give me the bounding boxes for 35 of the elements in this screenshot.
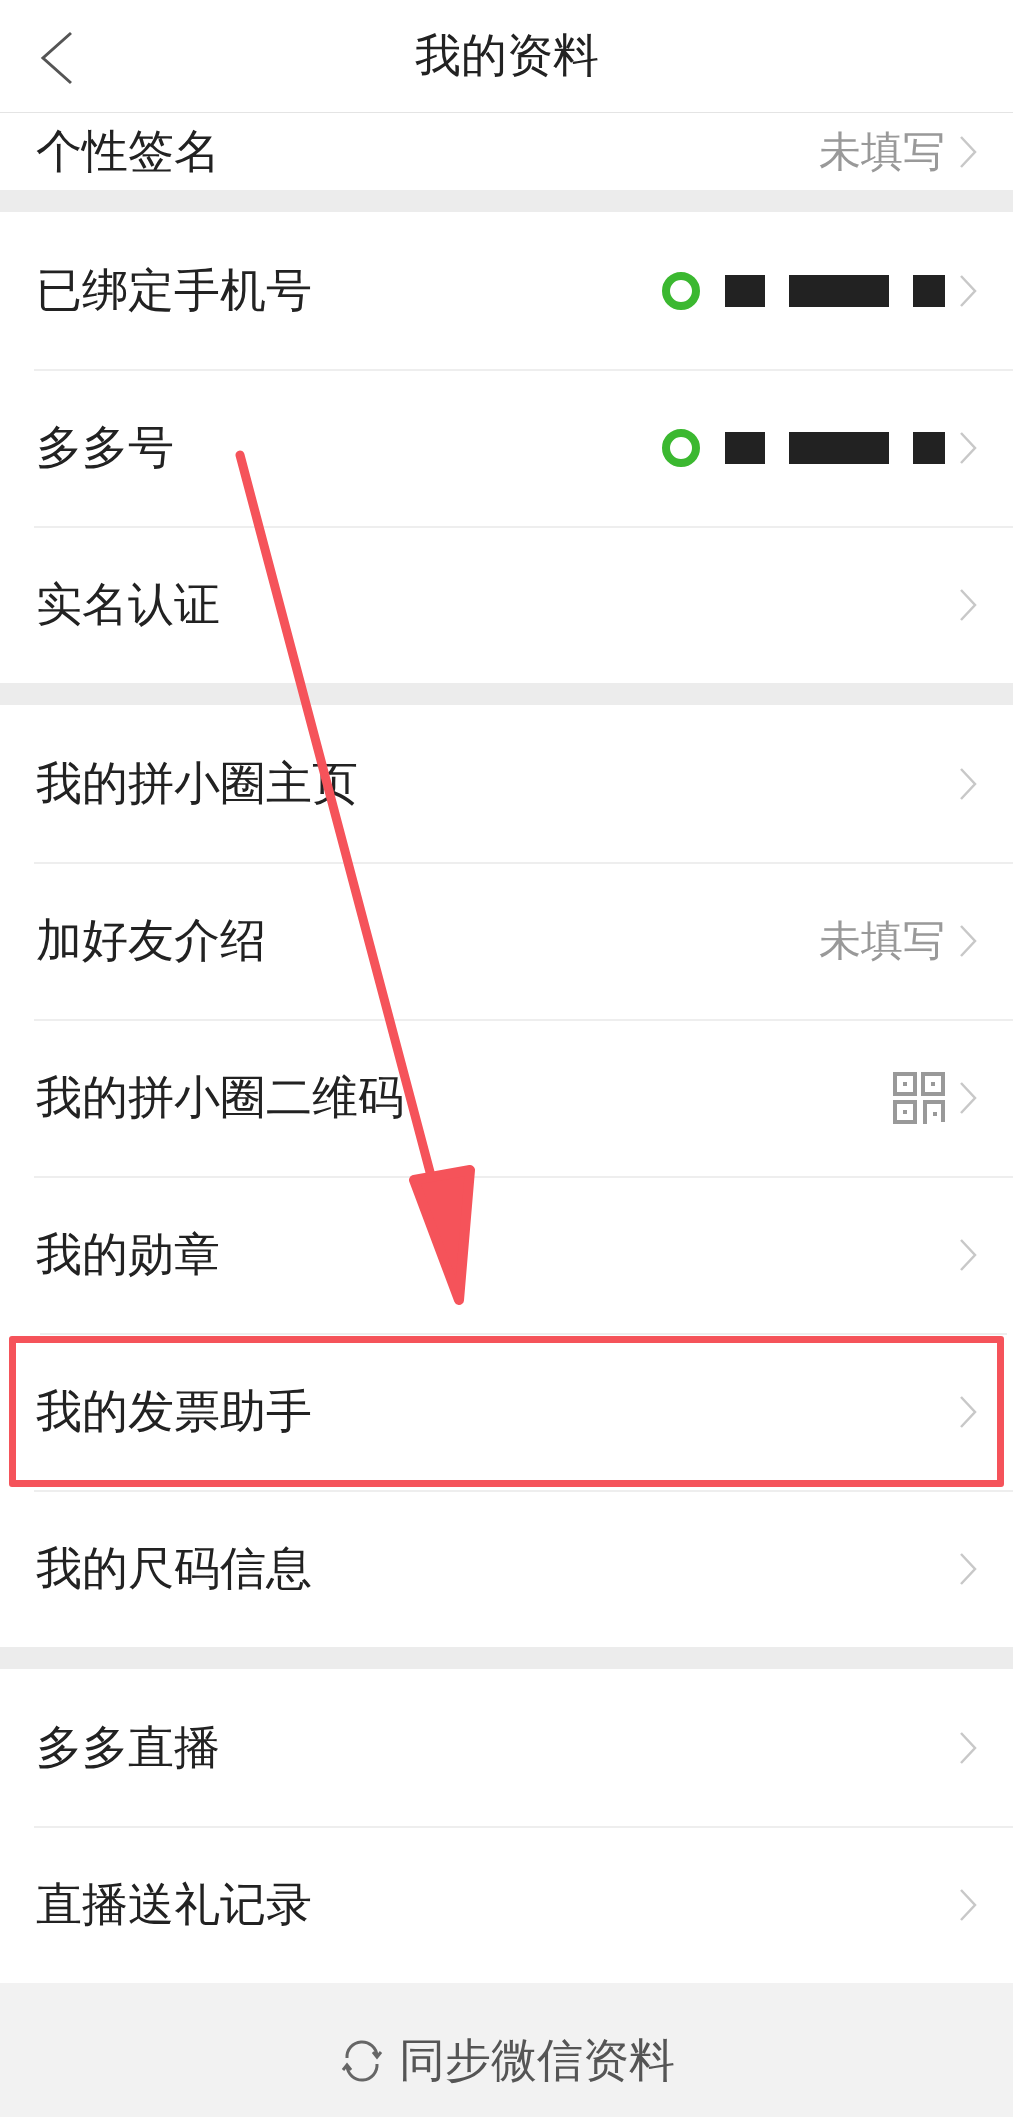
list-row[interactable]: 我的勋章 xyxy=(0,1176,1013,1333)
list-row[interactable]: 直播送礼记录 xyxy=(0,1826,1013,1983)
list-row[interactable]: 多多直播 xyxy=(0,1669,1013,1826)
row-value: 未填写 xyxy=(819,125,945,178)
list-row[interactable]: 多多号 xyxy=(0,369,1013,526)
row-value: 未填写 xyxy=(819,914,945,967)
chevron-icon xyxy=(959,587,977,622)
chevron-icon xyxy=(959,1080,977,1115)
chevron-icon xyxy=(959,273,977,308)
chevron-icon xyxy=(959,1551,977,1586)
chevron-icon xyxy=(959,134,977,169)
list-row[interactable]: 我的拼小圈二维码 xyxy=(0,1019,1013,1176)
sync-button[interactable]: 同步微信资料 xyxy=(0,1983,1013,2117)
list-row[interactable]: 已绑定手机号 xyxy=(0,212,1013,369)
redaction-block xyxy=(725,431,765,464)
highlighted-list-row[interactable]: 我的发票助手 xyxy=(6,1333,1007,1490)
list-row[interactable]: 个性签名 未填写 xyxy=(0,113,1013,190)
list-row[interactable]: 加好友介绍 未填写 xyxy=(0,862,1013,1019)
redaction-mark xyxy=(661,427,701,468)
chevron-icon xyxy=(959,766,977,801)
list-row[interactable]: 我的尺码信息 xyxy=(0,1490,1013,1647)
chevron-icon xyxy=(959,430,977,465)
list-row[interactable]: 实名认证 xyxy=(0,526,1013,683)
back-icon[interactable] xyxy=(38,30,74,86)
redaction-block xyxy=(725,274,765,307)
chevron-icon xyxy=(959,923,977,958)
chevron-icon xyxy=(959,1237,977,1272)
qr-code-icon xyxy=(893,1071,945,1124)
redaction-mark xyxy=(661,270,701,311)
page-title: 我的资料 xyxy=(414,27,599,84)
chevron-icon xyxy=(959,1730,977,1765)
chevron-icon xyxy=(959,1887,977,1922)
chevron-icon xyxy=(959,1394,977,1429)
redaction-block xyxy=(913,274,945,307)
redaction-block xyxy=(913,431,945,464)
